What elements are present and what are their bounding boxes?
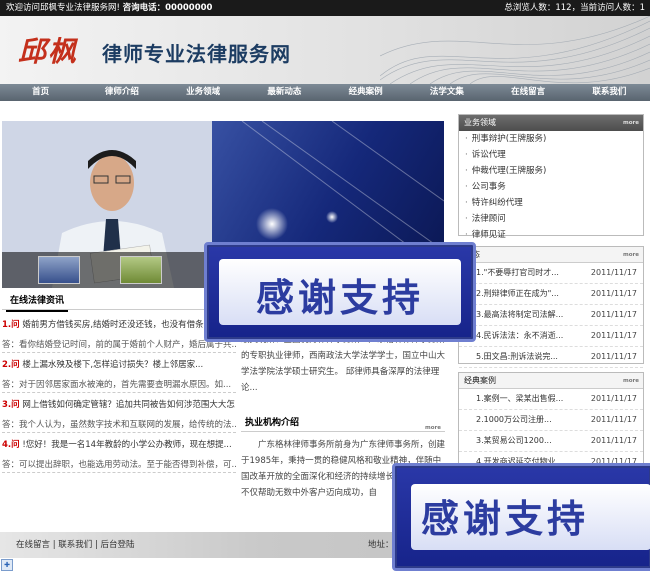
legal-news-title: 在线法律资讯 [6,292,69,312]
practice-areas-title: 业务领域 more [459,115,643,131]
banner-thumbnail[interactable] [38,256,80,284]
divider [2,392,236,393]
list-item[interactable]: 4.问 !您好！我是一名14年教龄的小学公办教师，现在想提... [2,438,236,452]
news-dynamic-header: 动态 more [459,247,643,263]
main-nav: 首页 律师介绍 业务领域 最新动态 经典案例 法学文集 在线留言 联系我们 [0,84,650,101]
org-intro-title: 执业机构介绍 [245,418,300,428]
list-item[interactable]: 3.最高法将制定司法解... 2011/11/17 [459,305,643,326]
org-more-link[interactable]: more [425,419,441,437]
list-item[interactable]: 5.田文昌:刑诉法说完... 2011/11/17 [459,347,643,368]
list-item[interactable]: 1.案例一、梁某出售假... 2011/11/17 [459,389,643,410]
top-bar: 欢迎访问邱枫专业法律服务网! 咨询电话：00000000 总浏览人数：112，当… [0,0,650,16]
list-item[interactable]: 仲裁代理(王牌服务) [459,163,643,179]
list-item[interactable]: 公司事务 [459,179,643,195]
list-item[interactable]: 法律顾问 [459,211,643,227]
nav-lawyer-intro[interactable]: 律师介绍 [81,84,162,101]
hotline-number: 00000000 [165,3,213,13]
site-header: 邱枫 律师专业法律服务网 [0,16,650,84]
thanks-badge-text: 感谢支持 [255,276,424,320]
nav-contact-us[interactable]: 联系我们 [569,84,650,101]
news-dynamic-box: 动态 more 1."不要辱打官司时才...2011/11/17 2.刑辩律师正… [458,246,644,368]
nav-law-articles[interactable]: 法学文集 [406,84,487,101]
list-item[interactable]: 3.某贸易公司1200... 2011/11/17 [459,431,643,452]
dynamic-more-link[interactable]: more [618,247,639,263]
visit-stats: 总浏览人数：112，当前访问人数：1 [504,3,645,13]
classic-cases-box: 经典案例 more 1.案例一、梁某出售假... 2011/11/17 2.100… [458,372,644,473]
list-item[interactable]: 1."不要辱打官司时才... 2011/11/17 [459,263,643,284]
thanks-badge-text: 感谢支持 [421,497,590,541]
banner-thumbnail[interactable] [120,256,162,284]
thanks-badge: 感谢支持 [392,463,650,571]
classic-cases-list: 1.案例一、梁某出售假... 2011/11/17 2.1000万公司注册... 2… [459,389,643,473]
nav-home[interactable]: 首页 [0,84,81,101]
list-item[interactable]: 答：对于因邻居家面水被淹的，首先需要查明漏水原因。如... [2,378,236,392]
header-wave-decoration [380,16,650,84]
nav-classic-cases[interactable]: 经典案例 [325,84,406,101]
practice-areas-list: 刑事辩护(王牌服务) 诉讼代理 仲裁代理(王牌服务) 公司事务 特许纠纷代理 法… [459,131,643,243]
org-intro-header: 执业机构介绍 more [241,414,445,432]
news-dynamic-list: 1."不要辱打官司时才... 2011/11/17 2.刑辩律师正在成为"... 2… [459,263,643,368]
list-item[interactable]: 2.1000万公司注册... 2011/11/17 [459,410,643,431]
footer-links[interactable]: 在线留言 | 联系我们 | 后台登陆 [16,532,135,558]
classic-cases-header: 经典案例 more [459,373,643,389]
welcome-text: 欢迎访问邱枫专业法律服务网! [6,3,120,13]
list-item[interactable]: 2.刑辩律师正在成为"... 2011/11/17 [459,284,643,305]
practice-more-link[interactable]: more [623,115,639,131]
footer-address-label: 地址： [368,540,394,550]
list-item[interactable]: 刑事辩护(王牌服务) [459,131,643,147]
list-item[interactable]: 4.民诉法法：永不消逝... 2011/11/17 [459,326,643,347]
thanks-badge: 感谢支持 [204,242,476,342]
hotline-label: 咨询电话： [122,3,166,13]
list-item[interactable]: 2.问 楼上漏水殃及楼下,怎样追讨损失？楼上邻居家... [2,358,236,372]
list-item[interactable]: 律师见证 [459,227,643,243]
legal-news-header: 在线法律资讯 [2,292,236,312]
list-item[interactable]: 答：我个人认为，虽然数字技术和互联网的发展，给传统的法... [2,418,236,432]
practice-areas-box: 业务领域 more 刑事辩护(王牌服务) 诉讼代理 仲裁代理(王牌服务) 公司事… [458,114,644,240]
list-item[interactable]: 答：看你结婚登记时间，前的属于婚前个人财产，婚后属于共... [2,338,236,352]
logo[interactable]: 邱枫 [18,30,78,70]
list-item[interactable]: 特许纠纷代理 [459,195,643,211]
nav-online-message[interactable]: 在线留言 [488,84,569,101]
corner-widget-icon[interactable]: ✚ [1,559,13,571]
divider [2,352,236,353]
list-item[interactable]: 答：可以提出辞职，也能选用劳动法。至于能否得到补偿，可... [2,458,236,472]
list-item[interactable]: 1.问 婚前男方借钱买房,结婚时还没还钱，也没有借条什么 [2,318,236,332]
site-title: 律师专业法律服务网 [102,42,291,66]
divider [2,432,236,433]
nav-practice-areas[interactable]: 业务领域 [163,84,244,101]
list-item[interactable]: 3.问 网上借钱如何确定管辖？追加共同被告如何涉范围大大怎 [2,398,236,412]
nav-latest-news[interactable]: 最新动态 [244,84,325,101]
list-item[interactable]: 诉讼代理 [459,147,643,163]
divider [2,472,236,473]
cases-more-link[interactable]: more [618,373,639,389]
